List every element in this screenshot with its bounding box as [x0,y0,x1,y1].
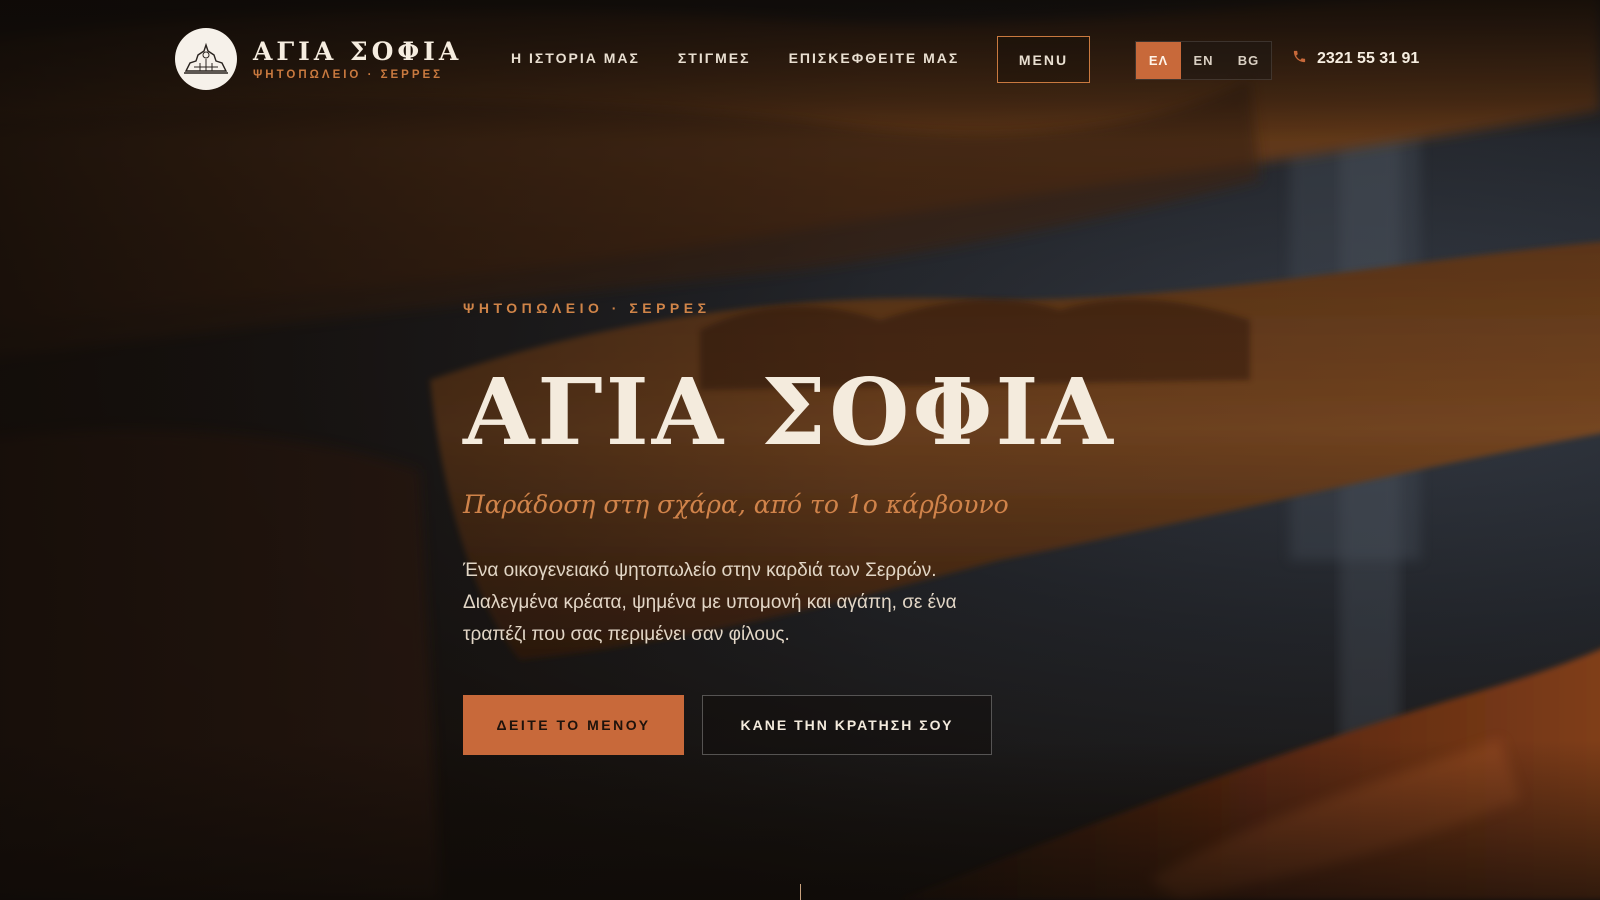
nav-item-our-story[interactable]: Η ΙΣΤΟΡΙΑ ΜΑΣ [511,50,640,66]
hero-description: Ένα οικογενειακό ψητοπωλείο στην καρδιά … [463,560,957,645]
brand-logo[interactable]: ΑΓΙΑ ΣΟΦΙΑ ΨΗΤΟΠΩΛΕΙΟ · ΣΕΡΡΕΣ [175,28,462,90]
language-switcher: ΕΛ EN BG [1135,41,1272,80]
church-sketch-icon [175,28,237,90]
hero-title: ΑΓΙΑ ΣΟΦΙΑ [463,358,1116,466]
hero-eyebrow: ΨΗΤΟΠΩΛΕΙΟ · ΣΕΡΡΕΣ [463,300,711,316]
phone-link[interactable]: 2321 55 31 91 [1292,49,1419,68]
view-menu-button[interactable]: ΔΕΙΤΕ ΤΟ ΜΕΝΟΥ [463,695,684,755]
phone-number: 2321 55 31 91 [1317,49,1420,67]
brand-name: ΑΓΙΑ ΣΟΦΙΑ [253,37,463,66]
lang-option-el[interactable]: ΕΛ [1136,42,1181,79]
nav-item-visit-us[interactable]: ΕΠΙΣΚΕΦΘΕΙΤΕ ΜΑΣ [789,50,960,66]
scroll-indicator[interactable] [800,884,801,900]
menu-button[interactable]: MENU [997,36,1090,83]
brand-subtitle: ΨΗΤΟΠΩΛΕΙΟ · ΣΕΡΡΕΣ [253,69,444,81]
hero-cta-group: ΔΕΙΤΕ ΤΟ ΜΕΝΟΥ ΚΑΝΕ ΤΗΝ ΚΡΑΤΗΣΗ ΣΟΥ [463,695,1263,755]
hero-tagline: Παράδοση στη σχάρα, από το 1ο κάρβουνο [463,490,1009,519]
lang-option-en[interactable]: EN [1181,42,1226,79]
phone-icon [1292,49,1307,68]
make-reservation-button[interactable]: ΚΑΝΕ ΤΗΝ ΚΡΑΤΗΣΗ ΣΟΥ [702,695,992,755]
site-header: ΑΓΙΑ ΣΟΦΙΑ ΨΗΤΟΠΩΛΕΙΟ · ΣΕΡΡΕΣ Η ΙΣΤΟΡΙΑ… [0,0,1600,120]
lang-option-bg[interactable]: BG [1226,42,1271,79]
nav-item-moments[interactable]: ΣΤΙΓΜΕΣ [678,50,751,66]
hero-section: ΨΗΤΟΠΩΛΕΙΟ · ΣΕΡΡΕΣ ΑΓΙΑ ΣΟΦΙΑ Παράδοση … [463,300,1263,755]
main-nav: Η ΙΣΤΟΡΙΑ ΜΑΣ ΣΤΙΓΜΕΣ ΕΠΙΣΚΕΦΘΕΙΤΕ ΜΑΣ [511,50,959,66]
